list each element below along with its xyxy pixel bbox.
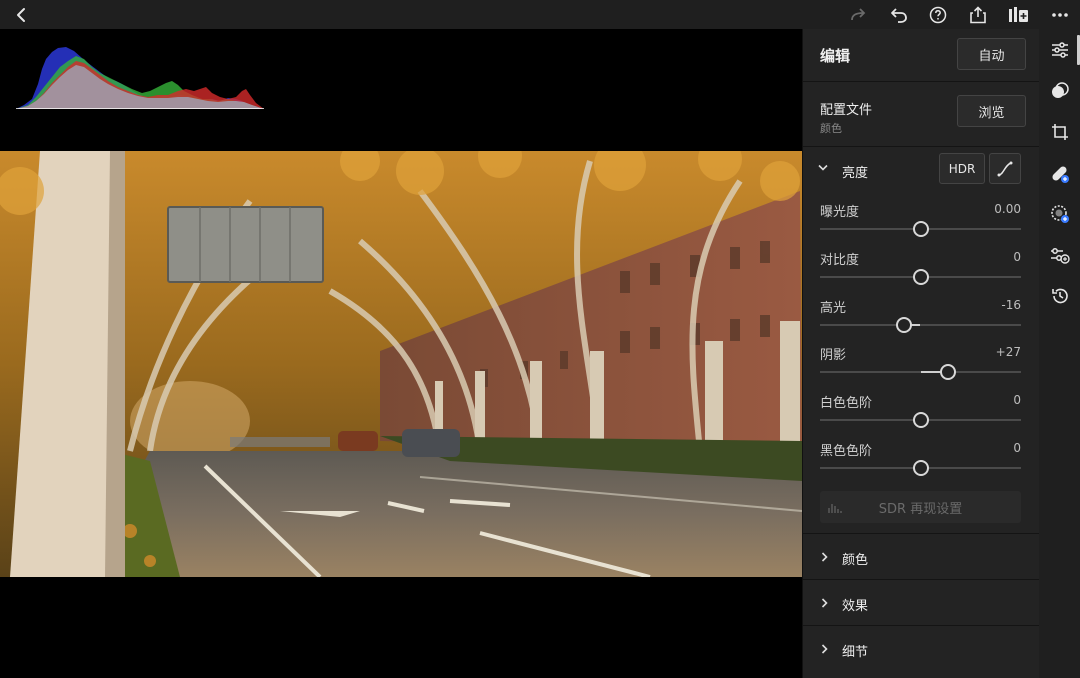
share-icon[interactable] (963, 0, 993, 29)
help-icon[interactable] (923, 0, 953, 29)
healing-icon[interactable] (1039, 159, 1080, 189)
hdr-button[interactable]: HDR (939, 153, 985, 184)
undo-icon[interactable] (884, 0, 914, 29)
slider-value[interactable]: 0 (961, 393, 1021, 407)
add-copy-icon[interactable] (1004, 0, 1034, 29)
tone-curve-icon (997, 161, 1013, 176)
crop-icon[interactable] (1039, 117, 1080, 147)
slider-thumb[interactable] (912, 221, 929, 237)
edit-title: 编辑 (820, 47, 851, 65)
slider-label: 白色色阶 (820, 396, 873, 411)
slider-label: 对比度 (820, 253, 860, 268)
sdr-rendition-label: SDR 再现设置 (878, 501, 963, 517)
slider-label: 曝光度 (820, 205, 860, 220)
slider-track[interactable] (820, 324, 1021, 326)
image-canvas[interactable] (0, 29, 802, 678)
histogram-icon (828, 504, 842, 513)
light-section-header[interactable]: 亮度 (803, 151, 953, 187)
photo-preview[interactable] (0, 151, 802, 577)
chevron-right-icon (821, 552, 828, 562)
light-section-title: 亮度 (842, 166, 869, 181)
profile-label: 配置文件 (820, 103, 873, 118)
slider-label: 阴影 (820, 348, 847, 363)
tool-strip (1039, 29, 1080, 678)
masking-icon[interactable] (1039, 76, 1080, 106)
slider-value[interactable]: 0.00 (961, 202, 1021, 216)
divider (803, 81, 1040, 82)
chevron-right-icon (821, 598, 828, 608)
slider-value[interactable]: -16 (961, 298, 1021, 312)
tone-curve-button[interactable] (989, 153, 1021, 184)
effects-section-label: 效果 (842, 599, 869, 614)
detail-section[interactable]: 细节 (803, 626, 1040, 672)
history-icon[interactable] (1039, 281, 1080, 311)
edit-panel: 编辑 自动 配置文件 颜色 浏览 亮度 HDR 曝光度 0.00 对比度 0 高光 -16… (802, 29, 1040, 678)
slider-thumb[interactable] (912, 269, 929, 285)
back-icon[interactable] (6, 0, 36, 29)
slider-thumb[interactable] (912, 412, 929, 428)
divider (803, 146, 1040, 147)
slider-value[interactable]: 0 (961, 250, 1021, 264)
slider-track[interactable] (820, 371, 1021, 373)
profile-value: 颜色 (820, 122, 842, 135)
slider-label: 黑色色阶 (820, 444, 873, 459)
slider-label: 高光 (820, 301, 847, 316)
slider-value[interactable]: +27 (961, 345, 1021, 359)
browse-button[interactable]: 浏览 (957, 95, 1026, 127)
color-section-label: 颜色 (842, 553, 869, 568)
histogram[interactable] (14, 39, 266, 109)
chevron-right-icon (821, 644, 828, 654)
effects-icon[interactable] (1039, 199, 1080, 229)
slider-thumb[interactable] (912, 460, 929, 476)
slider-thumb[interactable] (896, 317, 913, 333)
slider-value[interactable]: 0 (961, 441, 1021, 455)
presets-icon[interactable] (1039, 241, 1080, 271)
sdr-rendition-button[interactable]: SDR 再现设置 (820, 491, 1021, 523)
chevron-down-icon (818, 164, 828, 171)
auto-button[interactable]: 自动 (957, 38, 1026, 70)
edit-sliders-icon[interactable] (1039, 35, 1080, 65)
top-toolbar (0, 0, 1080, 29)
redo-icon[interactable] (843, 0, 873, 29)
color-section[interactable]: 颜色 (803, 534, 1040, 580)
slider-thumb[interactable] (939, 364, 956, 380)
more-icon[interactable] (1045, 0, 1075, 29)
effects-section[interactable]: 效果 (803, 580, 1040, 626)
detail-section-label: 细节 (842, 645, 869, 660)
